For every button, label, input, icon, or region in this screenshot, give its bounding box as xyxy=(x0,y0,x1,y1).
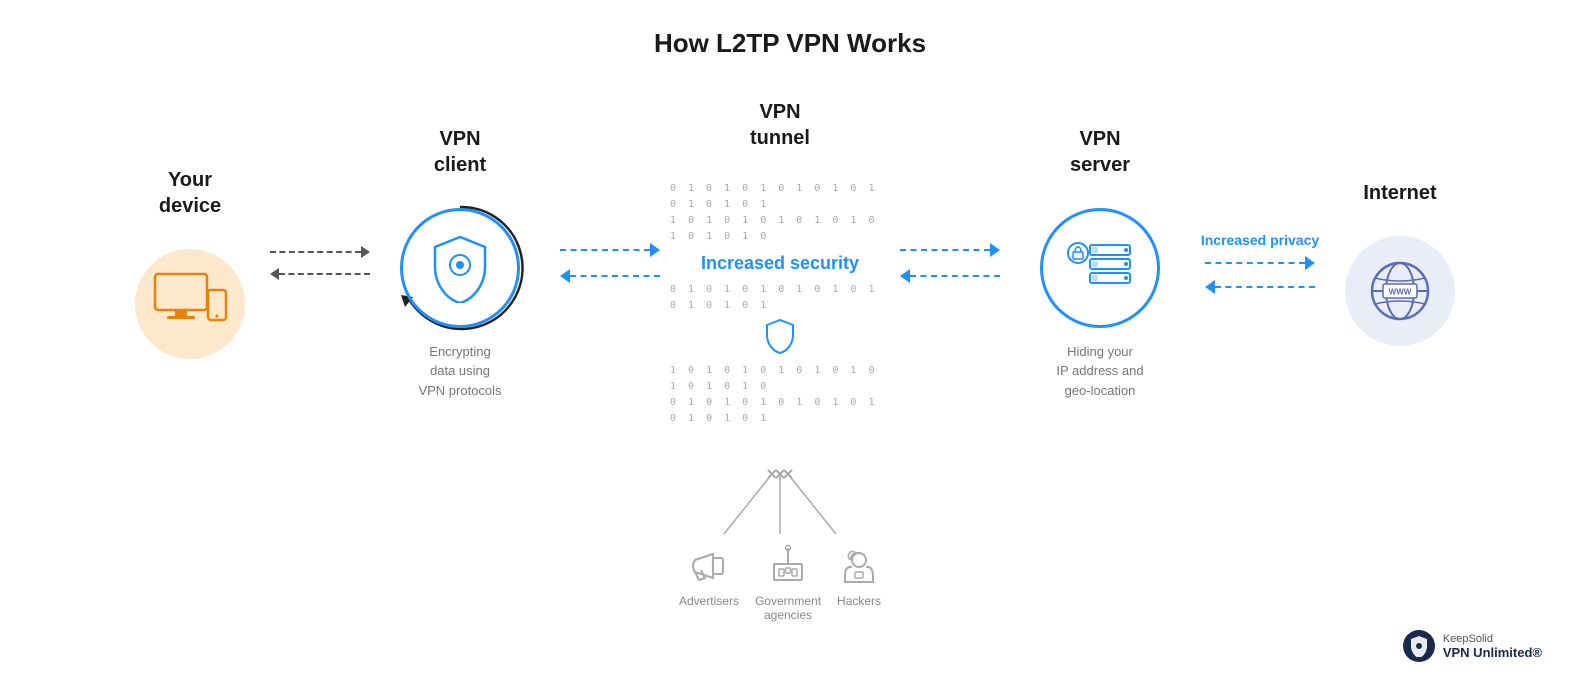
keepsolid-text: KeepSolid VPN Unlimited® xyxy=(1443,633,1542,660)
binary-row-2: 1 0 1 0 1 0 1 0 1 0 1 0 1 0 1 0 1 0 xyxy=(670,213,890,245)
svg-text:WWW: WWW xyxy=(1389,288,1412,297)
page-title: How L2TP VPN Works xyxy=(654,28,926,59)
vpn-tunnel-label: VPNtunnel xyxy=(750,99,810,151)
vpn-tunnel-column: VPNtunnel 0 1 0 1 0 1 0 1 0 1 0 1 0 1 0 … xyxy=(670,99,890,427)
advertiser-icon xyxy=(687,544,731,588)
arrow-right-1 xyxy=(270,246,370,258)
privacy-arrows xyxy=(1205,256,1315,294)
vpnclient-to-tunnel-arrows xyxy=(550,243,670,283)
threat-hacker: Hackers xyxy=(837,544,881,608)
blue-arrow-left-3 xyxy=(1205,280,1315,294)
diagram-area: Yourdevice xyxy=(0,99,1580,427)
government-icon xyxy=(766,544,810,588)
keepsolid-product: VPN Unlimited® xyxy=(1443,645,1542,660)
blue-arrow-left-2 xyxy=(900,269,1000,283)
tunnel-to-server-arrows xyxy=(890,243,1010,283)
threat-advertiser: Advertisers xyxy=(679,544,739,608)
shield-circle xyxy=(400,208,520,328)
internet-column: Internet WWW xyxy=(1330,180,1470,346)
vpn-client-desc: Encryptingdata usingVPN protocols xyxy=(418,342,501,401)
blue-arrow-right-1 xyxy=(560,243,660,257)
keepsolid-shield-icon xyxy=(1409,635,1429,657)
device-icon-circle xyxy=(135,249,245,359)
device-column: Yourdevice xyxy=(110,167,270,359)
vpn-client-icon-area xyxy=(400,208,520,328)
threat-lines-icon xyxy=(680,454,880,534)
internet-label: Internet xyxy=(1363,180,1436,206)
keepsolid-badge: KeepSolid VPN Unlimited® xyxy=(1403,630,1542,662)
arrow-left-1 xyxy=(270,268,370,280)
shield-icon xyxy=(429,233,491,303)
advertiser-label: Advertisers xyxy=(679,594,739,608)
main-container: How L2TP VPN Works Yourdevice xyxy=(0,0,1580,684)
device-to-vpnclient-arrows xyxy=(270,246,370,280)
tunnel-wrapper: 0 1 0 1 0 1 0 1 0 1 0 1 0 1 0 1 0 1 1 0 … xyxy=(670,181,890,427)
vpn-client-label: VPNclient xyxy=(434,126,486,178)
government-label: Governmentagencies xyxy=(755,594,821,622)
increased-privacy-label: Increased privacy xyxy=(1201,232,1319,248)
small-shield-icon-area xyxy=(764,318,796,359)
vpn-client-column: VPNclient Encryptingdata usingVPN protoc… xyxy=(370,126,550,401)
vpn-server-label: VPNserver xyxy=(1070,126,1130,178)
server-circle xyxy=(1040,208,1160,328)
binary-row-3: 0 1 0 1 0 1 0 1 0 1 0 1 0 1 0 1 0 1 xyxy=(670,282,890,314)
device-icon xyxy=(153,272,228,337)
blue-arrow-right-2 xyxy=(900,243,1000,257)
internet-icon-circle: WWW xyxy=(1345,236,1455,346)
threats-section: Advertisers Governmentag xyxy=(679,454,881,622)
vpn-server-column: VPNserver xyxy=(1010,126,1190,401)
binary-row-5: 0 1 0 1 0 1 0 1 0 1 0 1 0 1 0 1 0 1 xyxy=(670,395,890,427)
increased-security-label: Increased security xyxy=(701,253,859,274)
binary-row-1: 0 1 0 1 0 1 0 1 0 1 0 1 0 1 0 1 0 1 xyxy=(670,181,890,213)
blue-arrow-right-3 xyxy=(1205,256,1315,270)
small-shield-icon xyxy=(764,318,796,354)
keepsolid-logo xyxy=(1403,630,1435,662)
hacker-label: Hackers xyxy=(837,594,881,608)
vpn-server-desc: Hiding yourIP address andgeo-location xyxy=(1056,342,1143,401)
threat-icons-row: Advertisers Governmentag xyxy=(679,544,881,622)
internet-icon: WWW xyxy=(1365,256,1435,326)
threat-government: Governmentagencies xyxy=(755,544,821,622)
device-label: Yourdevice xyxy=(159,167,221,219)
keepsolid-name: KeepSolid xyxy=(1443,633,1542,645)
hacker-icon xyxy=(837,544,881,588)
binary-row-4: 1 0 1 0 1 0 1 0 1 0 1 0 1 0 1 0 1 0 xyxy=(670,363,890,395)
privacy-block: Increased privacy xyxy=(1190,232,1330,294)
server-icon xyxy=(1064,239,1136,297)
blue-arrow-left-1 xyxy=(560,269,660,283)
